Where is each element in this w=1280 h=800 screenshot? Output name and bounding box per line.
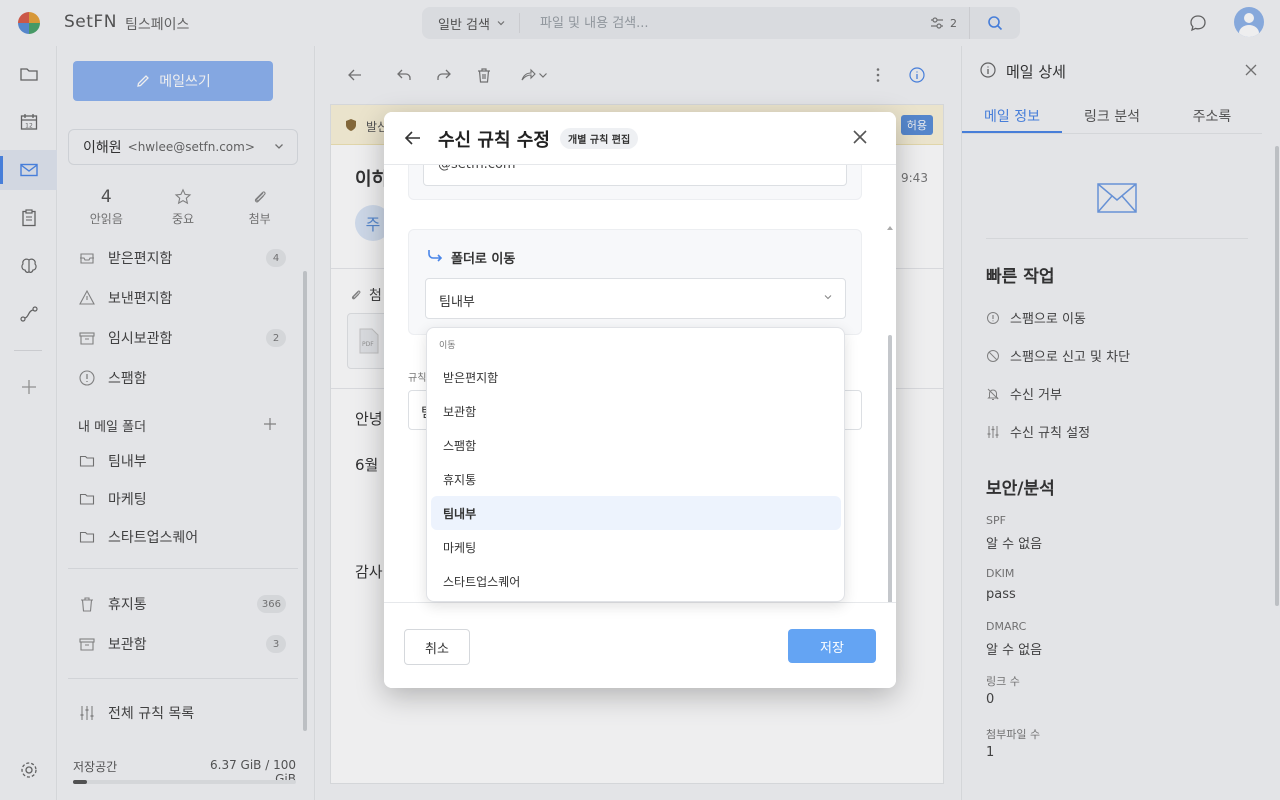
modal-scrollbar[interactable] xyxy=(888,335,892,602)
modal-badge: 개별 규칙 편집 xyxy=(560,128,639,149)
condition-card: @setfn.com xyxy=(408,165,862,200)
folder-select[interactable]: 팀내부 xyxy=(425,278,846,319)
chevron-down-icon xyxy=(824,295,832,300)
move-folder-title: 폴더로 이동 xyxy=(451,252,516,267)
corner-arrow-icon xyxy=(428,250,443,262)
rule-name-label: 규칙 xyxy=(408,373,427,384)
folder-select-value: 팀내부 xyxy=(439,295,475,310)
close-icon xyxy=(853,130,867,144)
dropdown-option[interactable]: 스타트업스퀘어 xyxy=(431,564,841,598)
dropdown-option[interactable]: 받은편지함 xyxy=(431,360,841,394)
arrow-left-icon xyxy=(404,131,420,145)
move-folder-card: 폴더로 이동 팀내부 xyxy=(408,229,862,335)
modal-title: 수신 규칙 수정 xyxy=(438,130,550,151)
folder-dropdown-menu: 이동 받은편지함 보관함 스팸함 휴지통 팀내부 마케팅 스타트업스퀘어 xyxy=(426,327,845,602)
modal-header: 수신 규칙 수정 개별 규칙 편집 xyxy=(384,112,896,165)
dropdown-option[interactable]: 스팸함 xyxy=(431,428,841,462)
modal-close-button[interactable] xyxy=(852,129,868,149)
dropdown-option-selected[interactable]: 팀내부 xyxy=(431,496,841,530)
modal-back-button[interactable] xyxy=(403,128,423,152)
dropdown-option[interactable]: 마케팅 xyxy=(431,530,841,564)
condition-input[interactable]: @setfn.com xyxy=(423,165,847,186)
scroll-up-icon[interactable] xyxy=(887,225,893,231)
save-button[interactable]: 저장 xyxy=(788,629,876,663)
cancel-button[interactable]: 취소 xyxy=(404,629,470,665)
dropdown-option[interactable]: 보관함 xyxy=(431,394,841,428)
dropdown-group-label: 이동 xyxy=(439,341,456,351)
modal-footer: 취소 저장 xyxy=(384,602,896,688)
dropdown-option[interactable]: 휴지통 xyxy=(431,462,841,496)
